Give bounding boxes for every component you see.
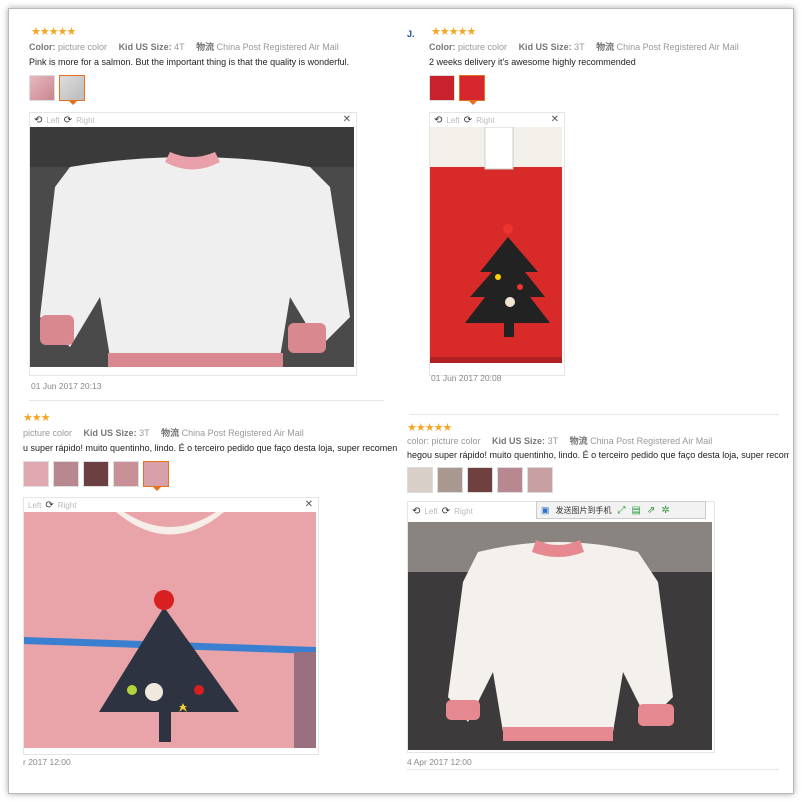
review-date: 4 Apr 2017 12:00 (407, 757, 472, 767)
rating-stars: ★★★★★ (407, 422, 452, 434)
thumbnail[interactable] (53, 461, 79, 487)
separator (29, 400, 384, 401)
viewer-toolbar: ⟲ Left ⟳ Right ✕ (430, 113, 564, 127)
thumbnail[interactable] (497, 467, 523, 493)
share-icon[interactable]: ⇗ (647, 505, 655, 516)
rotate-left-label[interactable]: Left (28, 501, 41, 510)
thumbnail[interactable] (527, 467, 553, 493)
rotate-left-icon[interactable]: ⟲ (34, 115, 42, 126)
review-panel-4: ★★★★★ color: picture color Kid US Size: … (405, 421, 789, 781)
rotate-right-icon[interactable]: ⟳ (45, 500, 53, 511)
viewer-toolbar: Left ⟳ Right ✕ (24, 498, 318, 512)
review-photo (24, 512, 316, 748)
image-viewer: Left ⟳ Right ✕ (23, 497, 319, 755)
review-photo (30, 127, 354, 367)
rotate-right-label[interactable]: Right (58, 501, 77, 510)
rating-stars: ★★★★★ (431, 26, 476, 38)
review-photo (430, 127, 562, 363)
settings-icon[interactable]: ✲ (661, 505, 669, 516)
thumbnail[interactable] (83, 461, 109, 487)
save-icon[interactable]: ▤ (632, 505, 641, 516)
thumbnail-strip (429, 75, 485, 105)
rotate-right-icon[interactable]: ⟳ (442, 506, 450, 517)
thumbnail-selected[interactable] (59, 75, 85, 105)
rotate-right-icon[interactable]: ⟳ (64, 115, 72, 126)
thumbnail[interactable] (113, 461, 139, 487)
review-meta: Color: picture color Kid US Size: 3T 物流 … (429, 42, 739, 52)
thumbnail-selected[interactable] (459, 75, 485, 105)
review-meta: color: picture color Kid US Size: 3T 物流 … (407, 436, 713, 446)
thumbnail[interactable] (29, 75, 55, 101)
review-date: 01 Jun 2017 20:13 (31, 381, 102, 391)
collage-frame: ★★★★★ Color: picture color Kid US Size: … (8, 8, 794, 794)
review-date: r 2017 12:00 (23, 757, 71, 767)
review-panel-2: J. ★★★★★ Color: picture color Kid US Siz… (405, 25, 785, 395)
thumbnail-strip (407, 467, 553, 493)
thumbnail[interactable] (437, 467, 463, 493)
viewer-toolbar: ⟲ Left ⟳ Right ✕ (30, 113, 356, 127)
rotate-left-label[interactable]: Left (424, 507, 437, 516)
review-text: u super rápido! muito quentinho, lindo. … (23, 443, 397, 453)
rotate-left-label[interactable]: Left (446, 116, 459, 125)
close-icon[interactable]: ✕ (305, 499, 313, 510)
rotate-right-icon[interactable]: ⟳ (464, 115, 472, 126)
thumbnail-strip (29, 75, 85, 105)
rotate-right-label[interactable]: Right (76, 116, 95, 125)
review-panel-3: ★★★ picture color Kid US Size: 3T 物流 Chi… (9, 411, 397, 771)
fullscreen-icon[interactable]: ⤢ (618, 505, 626, 516)
rating-stars: ★★★ (23, 412, 51, 424)
separator (409, 414, 779, 415)
thumbnail[interactable] (23, 461, 49, 487)
review-meta: Color: picture color Kid US Size: 4T 物流 … (29, 42, 339, 52)
rotate-left-icon[interactable]: ⟲ (434, 115, 442, 126)
review-text: 2 weeks delivery it's awesome highly rec… (429, 57, 636, 67)
rotate-right-label[interactable]: Right (476, 116, 495, 125)
thumbnail[interactable] (467, 467, 493, 493)
review-photo (408, 522, 712, 750)
image-viewer: ⟲ Left ⟳ Right ✕ (29, 112, 357, 376)
rating-stars: ★★★★★ (31, 26, 76, 38)
thumbnail-selected[interactable] (143, 461, 169, 491)
viewer-toolbar: ⟲ Left ⟳ Right ▣ 发送图片到手机 ⤢ ▤ ⇗ ✲ (408, 501, 714, 520)
close-icon[interactable]: ✕ (343, 114, 351, 125)
phone-icon[interactable]: ▣ (541, 505, 550, 516)
image-viewer: ⟲ Left ⟳ Right ✕ (429, 112, 565, 376)
review-text: Pink is more for a salmon. But the impor… (29, 57, 350, 67)
thumbnail-strip (23, 461, 169, 491)
image-actions-bar: ▣ 发送图片到手机 ⤢ ▤ ⇗ ✲ (536, 501, 706, 519)
separator (407, 769, 779, 770)
send-to-phone-button[interactable]: 发送图片到手机 (556, 505, 612, 516)
reviewer-initial: J. (407, 29, 415, 39)
close-icon[interactable]: ✕ (551, 114, 559, 125)
rotate-right-label[interactable]: Right (454, 507, 473, 516)
review-panel-1: ★★★★★ Color: picture color Kid US Size: … (29, 25, 389, 395)
rotate-left-label[interactable]: Left (46, 116, 59, 125)
review-meta: picture color Kid US Size: 3T 物流 China P… (23, 428, 304, 438)
image-viewer: ⟲ Left ⟳ Right ▣ 发送图片到手机 ⤢ ▤ ⇗ ✲ (407, 501, 715, 753)
review-text: hegou super rápido! muito quentinho, lin… (407, 450, 789, 460)
review-date: 01 Jun 2017 20:08 (431, 373, 502, 383)
rotate-left-icon[interactable]: ⟲ (412, 506, 420, 517)
thumbnail[interactable] (429, 75, 455, 101)
thumbnail[interactable] (407, 467, 433, 493)
